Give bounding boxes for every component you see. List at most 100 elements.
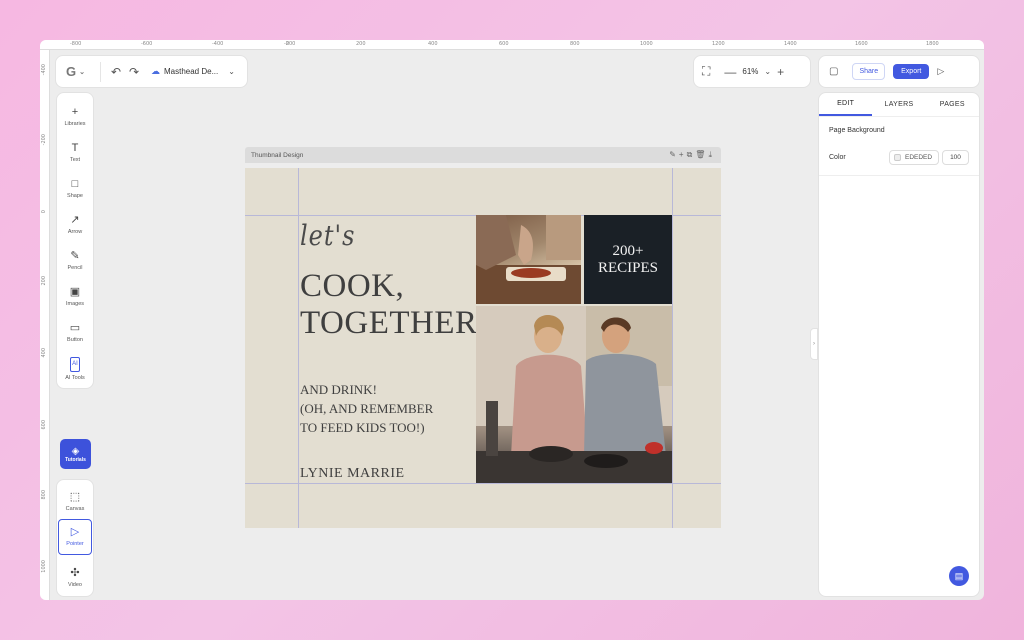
tool-pencil[interactable]: ✎ Pencil	[58, 243, 92, 279]
text-icon: T	[71, 142, 79, 154]
add-icon[interactable]: +	[679, 150, 687, 159]
cloud-icon: ☁	[151, 66, 160, 76]
tool-label: Shape	[67, 193, 83, 199]
tool-label: Text	[69, 157, 81, 163]
tutorials-button[interactable]: ◈ Tutorials	[60, 439, 91, 469]
tool-button[interactable]: ▭ Button	[58, 315, 92, 351]
play-icon[interactable]: ▷	[937, 66, 944, 77]
frame-header[interactable]: Thumbnail Design ✎+⧉🗑⤓	[245, 147, 721, 163]
tool-libraries[interactable]: + Libraries	[58, 99, 92, 135]
lets-text[interactable]: let's	[300, 220, 355, 252]
plus-icon: +	[71, 106, 79, 118]
author-text[interactable]: LYNIE MARRIE	[300, 466, 405, 482]
tool-arrow[interactable]: ↗ Arrow	[58, 207, 92, 243]
subheadline-text[interactable]: AND DRINK! (OH, AND REMEMBER TO FEED KID…	[300, 380, 433, 437]
tool-shape[interactable]: □ Shape	[58, 171, 92, 207]
chevron-down-icon[interactable]: ⌄	[764, 67, 771, 76]
tool-text[interactable]: T Text	[58, 135, 92, 171]
collapse-panel-handle[interactable]: ›	[810, 328, 818, 360]
edit-icon[interactable]: ✎	[669, 150, 679, 159]
tool-label: Canvas	[65, 505, 85, 512]
ruler-tick: 1200	[712, 41, 725, 47]
pencil-icon: ✎	[70, 250, 80, 262]
color-label: Color	[829, 154, 846, 161]
opacity-input[interactable]: 100	[942, 150, 969, 165]
frame-title: Thumbnail Design	[251, 151, 304, 159]
ruler-tick: 1800	[926, 41, 939, 47]
tool-label: Pointer	[66, 541, 84, 547]
zoom-level[interactable]: 61%	[742, 67, 758, 76]
chat-support-button[interactable]: ▤	[949, 566, 969, 586]
color-row: Color EDEDED 100	[819, 144, 979, 176]
export-button[interactable]: Export	[893, 64, 930, 79]
ruler-tick: 800	[41, 490, 47, 500]
fit-screen-icon[interactable]: ⛶	[702, 64, 710, 79]
main-toolbar: G ⌄ ↶ ↷ ☁ Masthead De... ⌄	[55, 55, 248, 88]
ruler-tick: 800	[570, 41, 580, 47]
tool-label: Arrow	[67, 229, 83, 235]
document-title[interactable]: Masthead De...	[164, 67, 218, 76]
tutorials-label: Tutorials	[65, 456, 86, 463]
logo-icon: G	[66, 64, 77, 79]
ruler-tick: 600	[499, 41, 509, 47]
tab-layers[interactable]: LAYERS	[872, 93, 925, 116]
ruler-tick: 0	[286, 41, 290, 47]
headline-text[interactable]: COOK, TOGETHER	[300, 268, 478, 342]
download-icon[interactable]: ⤓	[708, 150, 715, 159]
sub-line-3: TO FEED KIDS TOO!)	[300, 420, 425, 435]
chevron-down-icon[interactable]: ⌄	[228, 67, 235, 76]
cooking-photo-art	[476, 215, 581, 304]
copy-icon[interactable]: ⧉	[687, 150, 696, 159]
square-icon: □	[71, 178, 79, 190]
chat-icon: ▤	[954, 570, 964, 581]
guide-line	[298, 168, 299, 528]
ruler-tick: 400	[428, 41, 438, 47]
undo-icon[interactable]: ↶	[109, 65, 123, 79]
ruler-tick: 200	[356, 41, 366, 47]
chevron-down-icon: ⌄	[79, 68, 85, 76]
properties-panel: EDIT LAYERS PAGES Page Background Color …	[818, 92, 980, 597]
tool-ai-tools[interactable]: AI AI Tools	[58, 351, 92, 387]
artboard[interactable]: let's COOK, TOGETHER AND DRINK! (OH, AND…	[245, 168, 721, 528]
button-icon: ▭	[69, 322, 81, 334]
panel-tabs: EDIT LAYERS PAGES	[819, 93, 979, 117]
ruler-tick: 1400	[784, 41, 797, 47]
cooking-photo[interactable]	[476, 215, 581, 304]
tool-canvas[interactable]: ⬚ Canvas	[58, 484, 92, 519]
trash-icon[interactable]: 🗑	[695, 150, 708, 159]
color-value: EDEDED	[905, 154, 933, 161]
tool-images[interactable]: ▣ Images	[58, 279, 92, 315]
couple-photo[interactable]	[476, 306, 672, 483]
zoom-out-button[interactable]: —	[724, 65, 736, 79]
section-title: Page Background	[829, 127, 885, 134]
recipes-badge[interactable]: 200+ RECIPES	[584, 215, 672, 304]
tool-label: Button	[67, 337, 83, 343]
frame-actions: ✎+⧉🗑⤓	[669, 150, 715, 160]
headline-line-2: TOGETHER	[300, 305, 478, 341]
sub-line-1: AND DRINK!	[300, 382, 377, 397]
tool-pointer[interactable]: ▷ Pointer	[58, 519, 92, 555]
app-menu-button[interactable]: G ⌄	[66, 64, 92, 79]
ruler-left: -400 -200 0 200 400 600 800 1000	[40, 50, 50, 600]
color-picker[interactable]: EDEDED	[889, 150, 939, 165]
tool-label: Libraries	[64, 121, 86, 127]
redo-icon[interactable]: ↷	[127, 65, 141, 79]
image-icon: ▣	[69, 286, 81, 298]
zoom-in-button[interactable]: +	[777, 65, 784, 79]
tab-edit[interactable]: EDIT	[819, 93, 873, 116]
share-button[interactable]: Share	[852, 63, 886, 80]
app-window: -800 -600 -400 -200 0 200 400 600 800 10…	[40, 40, 984, 600]
divider	[100, 61, 101, 82]
layers-icon: ◈	[71, 445, 80, 457]
video-icon: ✣	[70, 567, 80, 580]
share-toolbar: ▢ Share Export ▷	[818, 55, 980, 88]
ruler-top: -800 -600 -400 -200 0 200 400 600 800 10…	[40, 40, 984, 50]
couple-photo-art	[476, 306, 672, 483]
tool-video[interactable]: ✣ Video	[58, 561, 92, 596]
ruler-tick: -200	[41, 134, 47, 146]
ruler-tick: -400	[41, 64, 47, 76]
tab-pages[interactable]: PAGES	[926, 93, 979, 116]
recipes-label: RECIPES	[597, 259, 658, 276]
comment-icon[interactable]: ▢	[829, 66, 838, 77]
ruler-tick: -400	[212, 41, 224, 47]
